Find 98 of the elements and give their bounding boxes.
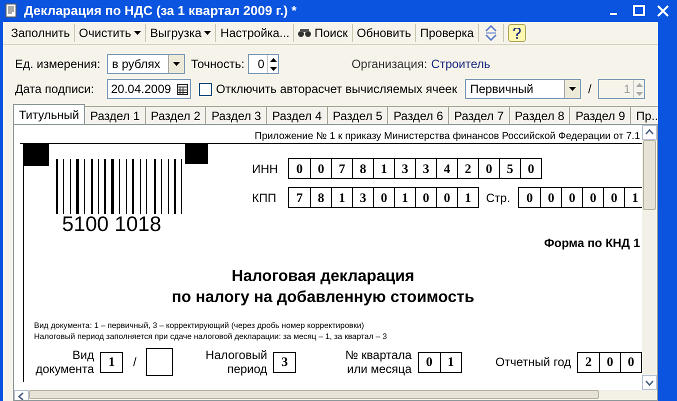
field-label: Организация: bbox=[351, 56, 428, 73]
digit-cell: 0 bbox=[603, 188, 624, 207]
vertical-scrollbar[interactable] bbox=[642, 125, 657, 390]
scroll-left-icon[interactable] bbox=[14, 390, 29, 400]
scroll-thumb[interactable] bbox=[643, 140, 656, 210]
toolbar-button[interactable]: Проверка bbox=[416, 23, 478, 43]
field-label: Дата подписи: bbox=[15, 81, 96, 98]
toolbar-menu-button[interactable]: Очистить bbox=[74, 23, 146, 43]
correction-spinner: 1 bbox=[598, 79, 646, 99]
unit-select[interactable]: в рублях bbox=[107, 54, 185, 74]
search-button[interactable]: Поиск bbox=[294, 23, 352, 43]
horizontal-scrollbar[interactable] bbox=[14, 390, 657, 400]
organization-link[interactable]: Строитель bbox=[431, 55, 490, 73]
digit-cell: 0 bbox=[620, 352, 641, 372]
digit-cell: 1 bbox=[394, 188, 415, 207]
digit-cell: 1 bbox=[331, 188, 352, 207]
field-label: ИНН bbox=[252, 160, 279, 178]
field-label: Стр. bbox=[486, 190, 510, 206]
field-label: № квартала или месяца bbox=[344, 348, 412, 376]
digit-cell: 0 bbox=[478, 159, 499, 178]
tab[interactable]: Раздел 9 bbox=[570, 106, 632, 124]
scroll-down-icon[interactable] bbox=[642, 375, 657, 390]
note-text: Налоговый период заполняется при сдаче налоговой декларации: за месяц – 1, за квартал – 3 bbox=[34, 331, 388, 342]
digit-cell: 0 bbox=[415, 188, 436, 207]
calendar-icon[interactable] bbox=[177, 84, 188, 94]
separator-text: / bbox=[133, 354, 136, 371]
scroll-thumb[interactable] bbox=[29, 390, 599, 399]
window-title: Декларация по НДС (за 1 квартал 2009 г.) * bbox=[24, 2, 298, 20]
field-label: Налоговый период bbox=[204, 348, 268, 376]
digit-cell: 3 bbox=[415, 159, 436, 178]
digit-cell: 5 bbox=[499, 159, 520, 178]
digit-cell: 7 bbox=[331, 159, 352, 178]
digit-cell: 0 bbox=[540, 188, 562, 207]
toolbar-button[interactable]: Обновить bbox=[352, 23, 416, 43]
scroll-up-icon[interactable] bbox=[642, 125, 657, 140]
help-button[interactable] bbox=[508, 24, 526, 42]
tab[interactable]: Раздел 2 bbox=[146, 106, 206, 124]
digit-cell: 4 bbox=[436, 159, 457, 178]
tab[interactable]: Раздел 3 bbox=[206, 106, 268, 124]
tab[interactable]: Пр... bbox=[631, 106, 658, 124]
tab[interactable]: Раздел 8 bbox=[510, 106, 570, 124]
digit-cell: 2 bbox=[457, 159, 478, 178]
tab[interactable]: Раздел 5 bbox=[328, 106, 388, 124]
digit-cell: 0 bbox=[373, 188, 394, 207]
toolbar-menu-button[interactable]: Выгрузка bbox=[146, 23, 216, 43]
document-type-select[interactable]: Первичный bbox=[465, 79, 582, 99]
date-field[interactable]: 20.04.2009 bbox=[107, 79, 191, 99]
digit-cell-text: 0 bbox=[295, 160, 304, 178]
digit-cell: 0 bbox=[561, 188, 582, 207]
field-label: Вид документа bbox=[34, 348, 94, 376]
digit-cell: 1 bbox=[440, 352, 461, 372]
digit-cell-text: 1 bbox=[107, 353, 116, 372]
checkbox[interactable] bbox=[199, 82, 212, 96]
field-label: Ед. измерения: bbox=[15, 56, 102, 73]
toolbar-button[interactable]: Настройка... bbox=[216, 23, 294, 43]
form-code: Форма по КНД 1 bbox=[543, 235, 641, 252]
digit-cell: 8 bbox=[310, 188, 331, 207]
digit-cell-text: 0 bbox=[424, 353, 434, 372]
separator-text: / bbox=[588, 81, 592, 98]
digit-cell: 0 bbox=[436, 188, 457, 207]
field-label: Точность: bbox=[191, 56, 244, 73]
digit-cell-text: 0 bbox=[525, 188, 534, 207]
checkbox-label: Отключить авторасчет вычисляемых ячеек bbox=[216, 81, 458, 98]
tab[interactable]: Раздел 6 bbox=[388, 106, 450, 124]
digit-cell-text: 2 bbox=[584, 353, 593, 372]
field-label: КПП bbox=[252, 190, 278, 206]
caret-icon bbox=[134, 31, 142, 35]
caret-icon bbox=[204, 31, 212, 35]
caret-icon bbox=[569, 87, 576, 91]
tab[interactable]: Раздел 7 bbox=[449, 106, 510, 124]
digit-cell: 0 bbox=[310, 159, 331, 178]
binoculars-icon bbox=[298, 28, 312, 38]
digit-cell-text: 3 bbox=[280, 353, 289, 372]
toolbar-button[interactable]: Заполнить bbox=[7, 23, 74, 43]
document-title: Налоговая декларация bbox=[232, 267, 414, 287]
close-icon[interactable] bbox=[655, 3, 671, 19]
digit-cell: 0 bbox=[599, 352, 620, 372]
tab[interactable]: Титульный bbox=[13, 104, 86, 124]
field-label: Отчетный год bbox=[494, 355, 571, 369]
barcode-number: 5100 1018 bbox=[62, 214, 162, 236]
digit-cell: 3 bbox=[352, 188, 373, 207]
note-text: Вид документа: 1 – первичный, 3 – корректирующий (через дробь номер корректировки) bbox=[34, 320, 366, 331]
tab[interactable]: Раздел 1 bbox=[85, 106, 146, 124]
tab[interactable]: Раздел 4 bbox=[267, 106, 328, 124]
maximize-icon[interactable] bbox=[631, 3, 647, 19]
header-note: Приложение № 1 к приказу Министерства финансов Российской Федерации от 7.1 bbox=[20, 131, 642, 144]
digit-cell: 1 bbox=[373, 159, 394, 178]
caret-icon bbox=[173, 62, 180, 66]
digit-cell-text: 7 bbox=[295, 188, 304, 207]
precision-spinner[interactable]: 0 bbox=[248, 54, 280, 74]
digit-cell: 1 bbox=[457, 188, 478, 207]
digit-cell: 8 bbox=[352, 159, 373, 178]
digit-cell: 0 bbox=[520, 159, 541, 178]
digit-cell: 0 bbox=[582, 188, 604, 207]
document-title: по налогу на добавленную стоимость bbox=[172, 288, 474, 308]
digit-cell: 3 bbox=[394, 159, 415, 178]
question-mark-icon bbox=[512, 28, 521, 38]
correction-cell bbox=[146, 348, 173, 376]
